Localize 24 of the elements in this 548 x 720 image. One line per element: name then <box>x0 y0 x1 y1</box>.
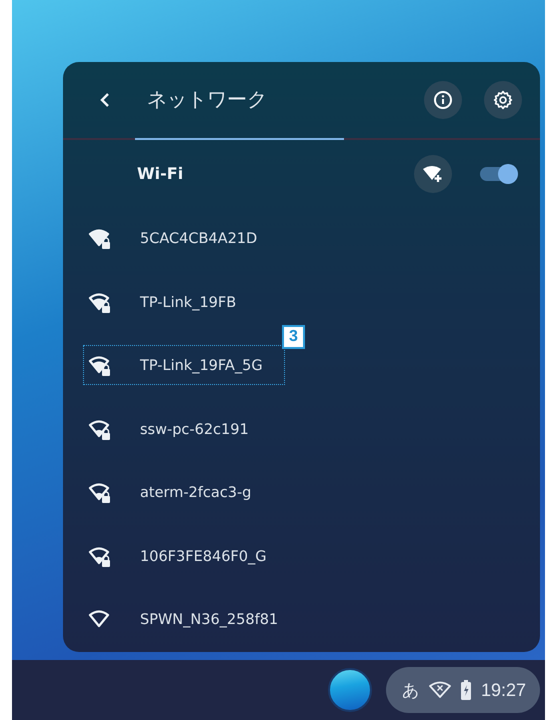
settings-button[interactable] <box>484 80 522 119</box>
launcher-button[interactable] <box>328 668 372 712</box>
info-button[interactable] <box>424 80 462 119</box>
network-name[interactable]: aterm-2fcac3-g <box>140 485 252 502</box>
info-icon <box>433 90 453 110</box>
step-number-badge: 3 <box>282 324 305 348</box>
add-network-button[interactable] <box>414 154 452 193</box>
wifi-plus-icon <box>422 164 444 184</box>
status-tray[interactable]: あ 19:27 <box>386 667 540 713</box>
wifi-off-icon <box>428 681 451 699</box>
settings-icon <box>493 90 513 110</box>
battery-charging-icon <box>460 680 471 700</box>
network-name[interactable]: 106F3FE846F0_G <box>140 548 266 565</box>
network-name[interactable]: 5CAC4CB4A21D <box>140 231 258 248</box>
network-name[interactable]: SPWN_N36_258f81 <box>140 612 278 628</box>
ime-indicator: あ <box>402 680 419 702</box>
panel-title: ネットワーク <box>147 86 268 114</box>
network-name[interactable]: TP-Link_19FB <box>140 294 236 311</box>
network-name[interactable]: ssw-pc-62c191 <box>140 422 249 438</box>
network-name[interactable]: TP-Link_19FA_5G <box>140 358 263 374</box>
clock-time: 19:27 <box>480 680 526 700</box>
wifi-toggle[interactable] <box>480 162 518 186</box>
wifi-label: Wi-Fi <box>137 164 184 184</box>
back-chevron-icon <box>99 92 111 108</box>
